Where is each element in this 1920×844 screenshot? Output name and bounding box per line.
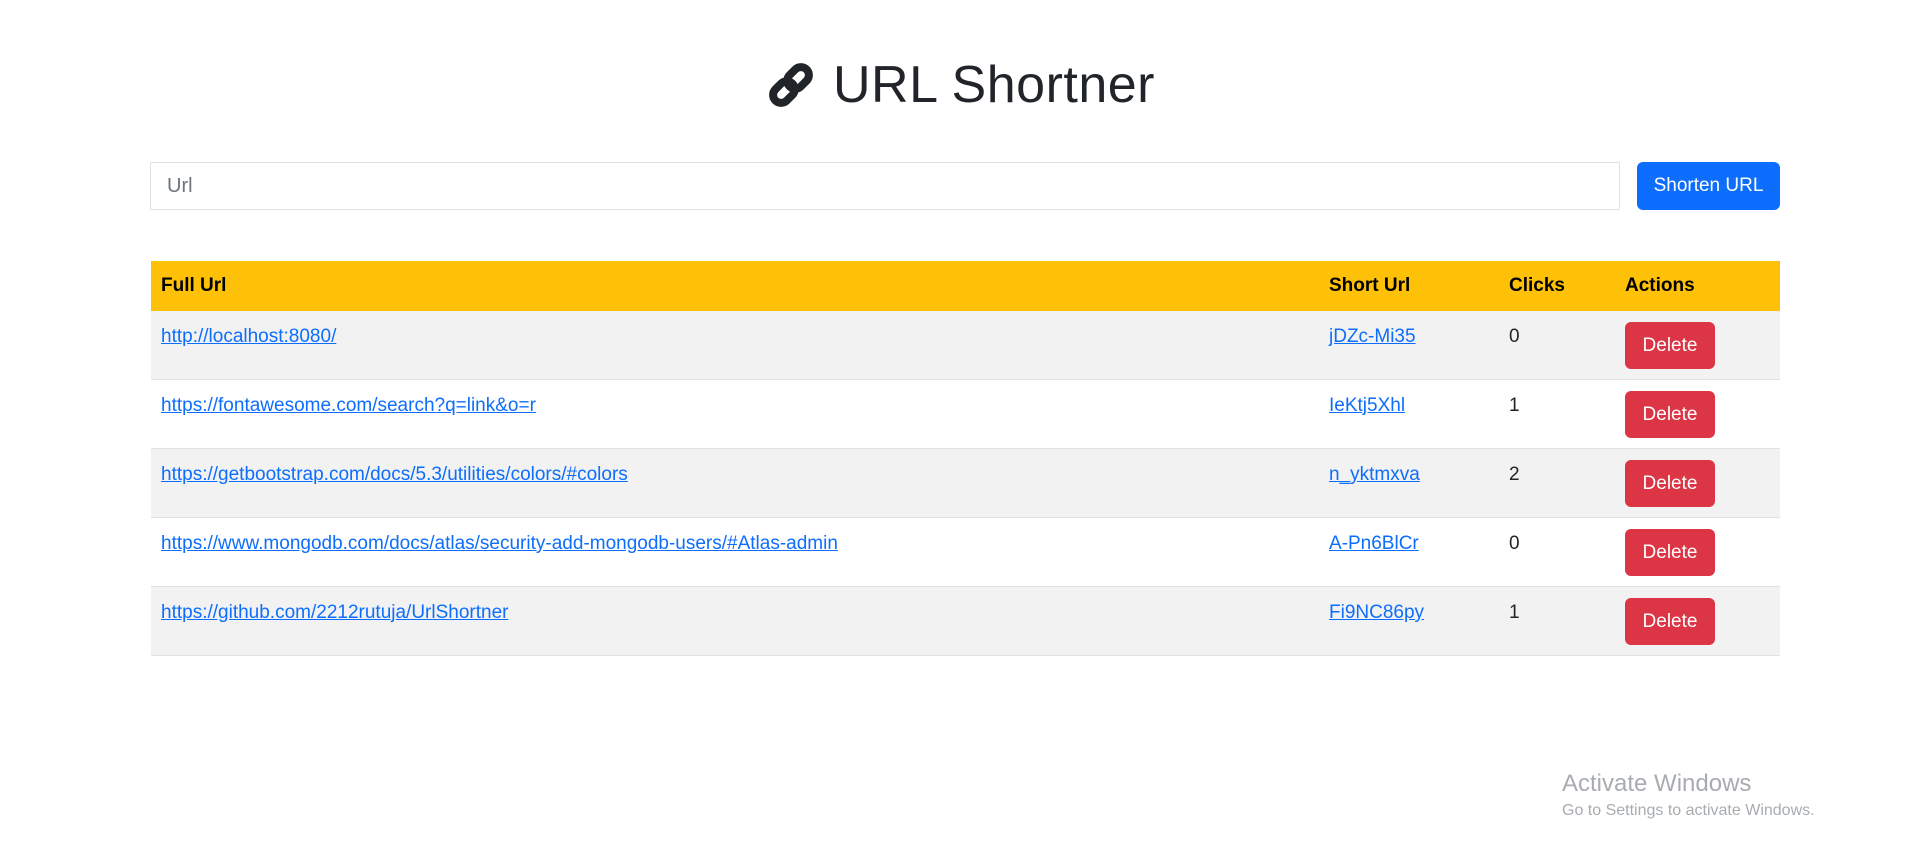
delete-button[interactable]: Delete [1625, 391, 1715, 438]
clicks-cell: 1 [1499, 379, 1615, 449]
full-url-link[interactable]: https://www.mongodb.com/docs/atlas/secur… [161, 533, 838, 554]
page: URL Shortner Shorten URL Full Url Short … [0, 0, 1920, 844]
delete-button[interactable]: Delete [1625, 529, 1715, 576]
page-title: URL Shortner [833, 56, 1155, 114]
clicks-count: 2 [1509, 464, 1520, 485]
short-url-link[interactable]: Fi9NC86py [1329, 602, 1424, 623]
short-url-cell: jDZc-Mi35 [1319, 311, 1499, 380]
column-header-actions: Actions [1615, 261, 1780, 311]
shorten-url-button[interactable]: Shorten URL [1637, 162, 1780, 210]
full-url-cell: https://github.com/2212rutuja/UrlShortne… [151, 586, 1319, 656]
column-header-short-url: Short Url [1319, 261, 1499, 311]
table-row: https://fontawesome.com/search?q=link&o=… [151, 379, 1780, 449]
full-url-link[interactable]: http://localhost:8080/ [161, 326, 336, 347]
clicks-count: 0 [1509, 533, 1520, 554]
table-body: http://localhost:8080/ jDZc-Mi35 0 Delet… [151, 311, 1780, 656]
clicks-cell: 1 [1499, 586, 1615, 656]
full-url-cell: http://localhost:8080/ [151, 311, 1319, 380]
short-url-cell: n_yktmxva [1319, 448, 1499, 518]
table-header-row: Full Url Short Url Clicks Actions [151, 261, 1780, 311]
short-url-link[interactable]: IeKtj5Xhl [1329, 395, 1405, 416]
column-header-full-url: Full Url [151, 261, 1319, 311]
activate-windows-watermark: Activate Windows Go to Settings to activ… [1562, 770, 1815, 820]
table-row: http://localhost:8080/ jDZc-Mi35 0 Delet… [151, 311, 1780, 380]
full-url-cell: https://fontawesome.com/search?q=link&o=… [151, 379, 1319, 449]
delete-button[interactable]: Delete [1625, 460, 1715, 507]
table-row: https://getbootstrap.com/docs/5.3/utilit… [151, 448, 1780, 518]
full-url-link[interactable]: https://github.com/2212rutuja/UrlShortne… [161, 602, 508, 623]
actions-cell: Delete [1615, 379, 1780, 449]
actions-cell: Delete [1615, 517, 1780, 587]
delete-button[interactable]: Delete [1625, 322, 1715, 369]
url-input[interactable] [150, 162, 1620, 210]
watermark-title: Activate Windows [1562, 770, 1752, 797]
actions-cell: Delete [1615, 311, 1780, 380]
clicks-count: 1 [1509, 602, 1520, 623]
table-row: https://github.com/2212rutuja/UrlShortne… [151, 586, 1780, 656]
actions-cell: Delete [1615, 586, 1780, 656]
table-header: Full Url Short Url Clicks Actions [151, 261, 1780, 311]
clicks-count: 1 [1509, 395, 1520, 416]
clicks-cell: 0 [1499, 311, 1615, 380]
short-url-cell: A-Pn6BlCr [1319, 517, 1499, 587]
short-url-link[interactable]: jDZc-Mi35 [1329, 326, 1416, 347]
shorten-form: Shorten URL [150, 162, 1780, 210]
full-url-cell: https://www.mongodb.com/docs/atlas/secur… [151, 517, 1319, 587]
link-icon [765, 59, 817, 111]
urls-table: Full Url Short Url Clicks Actions http:/… [151, 261, 1780, 656]
watermark-subtitle: Go to Settings to activate Windows. [1562, 802, 1815, 819]
short-url-cell: Fi9NC86py [1319, 586, 1499, 656]
actions-cell: Delete [1615, 448, 1780, 518]
delete-button[interactable]: Delete [1625, 598, 1715, 645]
full-url-link[interactable]: https://fontawesome.com/search?q=link&o=… [161, 395, 536, 416]
short-url-link[interactable]: A-Pn6BlCr [1329, 533, 1419, 554]
full-url-link[interactable]: https://getbootstrap.com/docs/5.3/utilit… [161, 464, 628, 485]
short-url-cell: IeKtj5Xhl [1319, 379, 1499, 449]
page-header: URL Shortner [0, 48, 1920, 122]
short-url-link[interactable]: n_yktmxva [1329, 464, 1420, 485]
full-url-cell: https://getbootstrap.com/docs/5.3/utilit… [151, 448, 1319, 518]
clicks-cell: 2 [1499, 448, 1615, 518]
column-header-clicks: Clicks [1499, 261, 1615, 311]
table-row: https://www.mongodb.com/docs/atlas/secur… [151, 517, 1780, 587]
clicks-cell: 0 [1499, 517, 1615, 587]
clicks-count: 0 [1509, 326, 1520, 347]
